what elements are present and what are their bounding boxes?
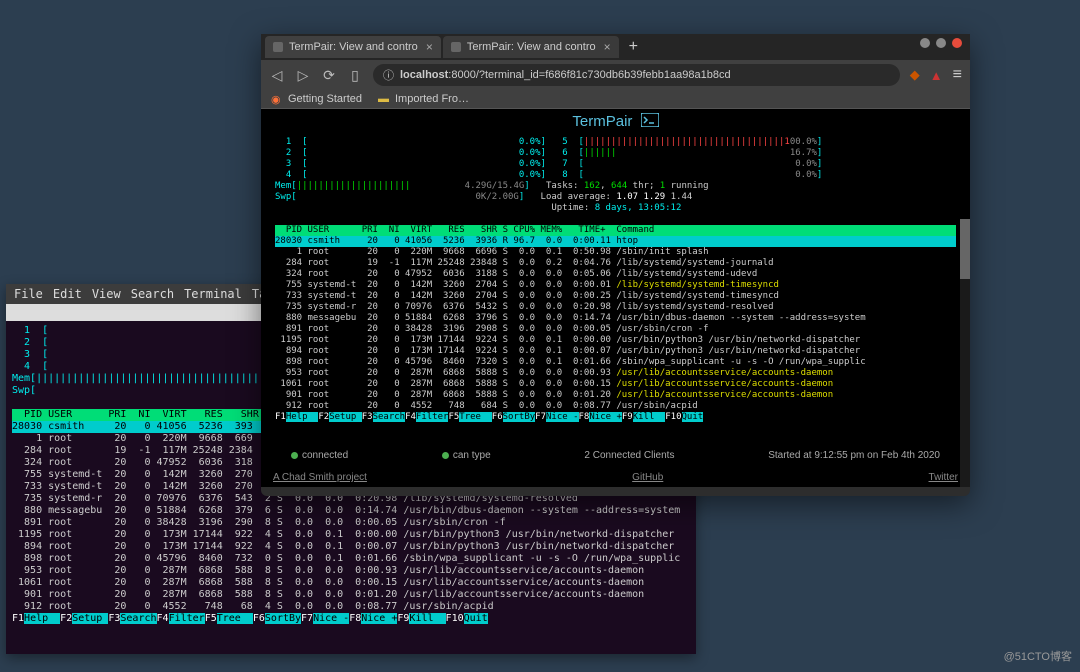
twitter-link[interactable]: Twitter [929, 472, 958, 483]
shield-icon[interactable]: ◆ [910, 67, 920, 83]
maximize-button[interactable] [936, 38, 946, 48]
status-dot-icon [291, 452, 298, 459]
folder-icon: ▬ [378, 93, 390, 105]
brave-icon[interactable]: ▲ [930, 68, 943, 83]
connected-status: connected [291, 450, 348, 461]
status-bar: connected can type 2 Connected Clients S… [261, 446, 970, 465]
tab-close-icon[interactable]: × [604, 40, 611, 54]
close-button[interactable] [952, 38, 962, 48]
page-content: TermPair 1 [ 0.0%] 5 [||||||||||||||||||… [261, 109, 970, 487]
termpair-title: TermPair [572, 113, 632, 130]
minimize-button[interactable] [920, 38, 930, 48]
menu-edit[interactable]: Edit [53, 287, 82, 301]
scrollbar-thumb[interactable] [960, 219, 970, 279]
tab-label: TermPair: View and contro [467, 41, 596, 53]
reader-mode-icon[interactable]: ▯ [347, 67, 363, 84]
url-host: localhost [400, 69, 448, 81]
termpair-logo-icon [641, 113, 659, 131]
address-bar: ◁ ▷ ⟳ ▯ ⓘ localhost:8000/?terminal_id=f6… [261, 60, 970, 90]
url-field[interactable]: ⓘ localhost:8000/?terminal_id=f686f81c73… [373, 64, 900, 86]
favicon-icon [273, 42, 283, 52]
bookmarks-bar: ◉Getting Started ▬Imported Fro… [261, 90, 970, 109]
new-tab-button[interactable]: + [621, 38, 646, 56]
footer-links: A Chad Smith project GitHub Twitter [261, 470, 970, 485]
menu-view[interactable]: View [92, 287, 121, 301]
menu-button[interactable]: ≡ [953, 66, 962, 84]
bookmark-firefox[interactable]: ◉Getting Started [271, 93, 362, 105]
browser-tabstrip: TermPair: View and contro×TermPair: View… [261, 34, 970, 60]
info-icon: ⓘ [383, 67, 394, 83]
can-type-status: can type [442, 450, 491, 461]
browser-tab[interactable]: TermPair: View and contro × [265, 36, 441, 58]
clients-status: 2 Connected Clients [584, 450, 674, 461]
back-button[interactable]: ◁ [269, 67, 285, 84]
termpair-header: TermPair [261, 109, 970, 135]
bookmark-folder[interactable]: ▬Imported Fro… [378, 93, 469, 105]
url-path: :8000/?terminal_id=f686f81c730db6b39febb… [448, 69, 730, 81]
started-status: Started at 9:12:55 pm on Feb 4th 2020 [768, 450, 940, 461]
project-link[interactable]: A Chad Smith project [273, 472, 367, 483]
firefox-icon: ◉ [271, 93, 283, 105]
menu-search[interactable]: Search [131, 287, 174, 301]
browser-window: TermPair: View and contro×TermPair: View… [261, 34, 970, 496]
window-controls [920, 38, 962, 48]
tab-close-icon[interactable]: × [426, 40, 433, 54]
shared-terminal[interactable]: 1 [ 0.0%] 5 [|||||||||||||||||||||||||||… [261, 135, 970, 425]
status-dot-icon [442, 452, 449, 459]
browser-tab[interactable]: TermPair: View and contro × [443, 36, 619, 58]
github-link[interactable]: GitHub [632, 472, 663, 483]
menu-terminal[interactable]: Terminal [184, 287, 242, 301]
forward-button[interactable]: ▷ [295, 67, 311, 84]
tab-label: TermPair: View and contro [289, 41, 418, 53]
favicon-icon [451, 42, 461, 52]
reload-button[interactable]: ⟳ [321, 67, 337, 84]
watermark: @51CTO博客 [1004, 648, 1072, 664]
menu-file[interactable]: File [14, 287, 43, 301]
